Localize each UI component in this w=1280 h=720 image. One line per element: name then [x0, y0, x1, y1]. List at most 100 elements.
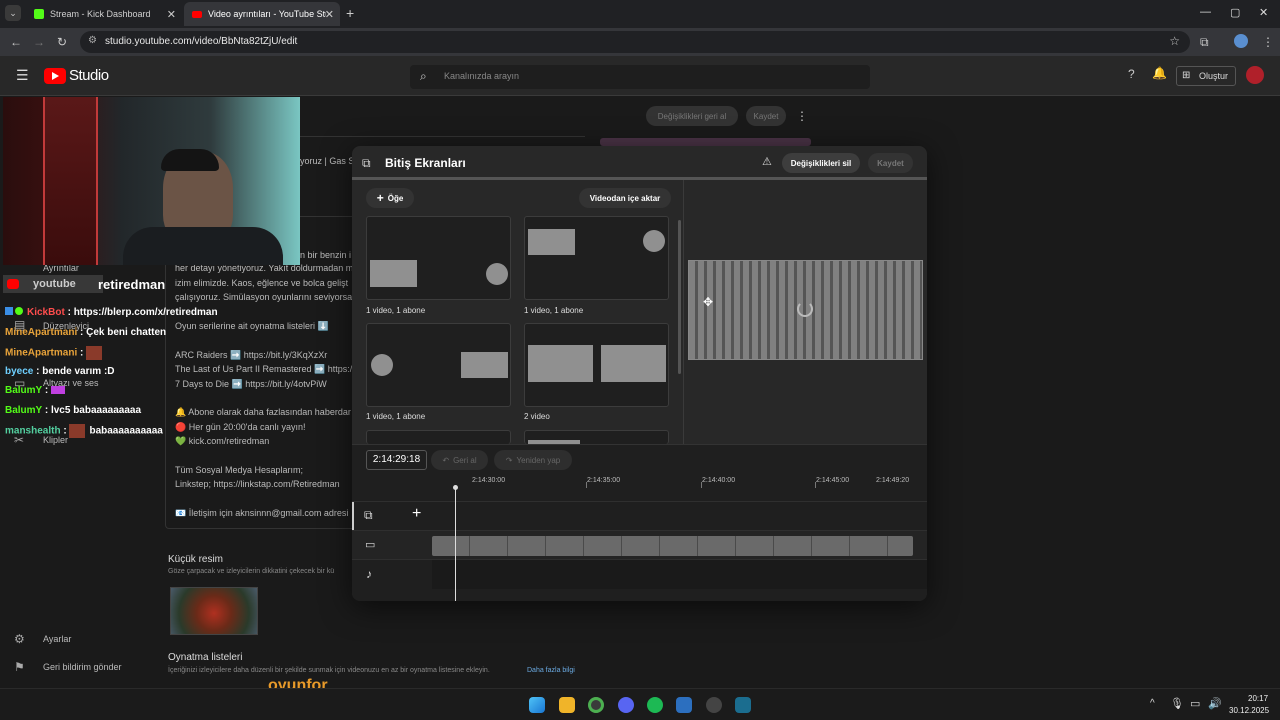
spotify-icon[interactable]	[647, 697, 663, 713]
chat-user: MineApartmani	[5, 347, 78, 359]
playlist-section-title: Oynatma listeleri	[168, 652, 243, 663]
tab-list-button[interactable]: ⌄	[5, 5, 21, 21]
video-placeholder	[601, 345, 666, 382]
chrome-icon[interactable]	[588, 697, 604, 713]
close-window-button[interactable]: ✕	[1259, 6, 1268, 19]
new-tab-button[interactable]: +	[346, 5, 354, 21]
template-card[interactable]	[366, 430, 511, 444]
timeline-tick: 2:14:49:20	[876, 477, 910, 484]
bookmark-star-icon[interactable]: ☆	[1169, 34, 1180, 48]
description-line: çalışıyoruz. Simülasyon oyunlarını seviy…	[175, 292, 353, 302]
undo-button[interactable]: ↶ Geri al	[431, 450, 488, 470]
music-note-icon: ♪	[366, 567, 372, 581]
file-explorer-icon[interactable]	[559, 697, 575, 713]
studio-logo-text: Studio	[69, 67, 109, 84]
cap-image	[161, 149, 219, 171]
chat-text: babaaaaaaaaaa	[89, 425, 163, 437]
thumbnail-image[interactable]	[170, 587, 258, 635]
app-icon[interactable]	[735, 697, 751, 713]
add-track-element-icon[interactable]: +	[412, 505, 421, 523]
delete-changes-label: Değişiklikleri sil	[790, 158, 852, 168]
youtube-icon	[192, 10, 202, 18]
clock-time[interactable]: 20:17	[1248, 694, 1268, 703]
timecode-display[interactable]: 2:14:29:18	[366, 450, 427, 470]
site-info-icon[interactable]: ⚙	[88, 35, 97, 46]
audio-lane[interactable]	[432, 560, 927, 589]
description-line: Oyun serilerine ait oynatma listeleri ⬇️	[175, 321, 329, 331]
show-hidden-icons-icon[interactable]: ^	[1150, 698, 1155, 709]
sidebar-item-feedback[interactable]: Geri bildirim gönder	[43, 662, 122, 672]
sidebar-item-settings[interactable]: Ayarlar	[43, 634, 71, 644]
playhead[interactable]	[455, 488, 456, 601]
create-button[interactable]: ⊞ Oluştur	[1176, 66, 1236, 86]
youtube-name-badge: youtube	[3, 275, 103, 293]
subscribe-placeholder	[371, 354, 393, 376]
profile-avatar[interactable]	[1234, 34, 1248, 48]
add-element-label: Öğe	[387, 193, 404, 203]
video-placeholder	[461, 352, 508, 378]
chat-text: lvc5 babaaaaaaaaa	[50, 405, 142, 416]
start-button-icon[interactable]	[529, 697, 545, 713]
playhead-handle[interactable]	[453, 485, 458, 490]
back-icon[interactable]: ←	[10, 35, 22, 49]
browser-toolbar: ← → ↻ ⚙ studio.youtube.com/video/BbNta82…	[0, 28, 1280, 56]
photos-icon[interactable]	[676, 697, 692, 713]
browser-menu-icon[interactable]: ⋮	[1262, 35, 1274, 49]
dialog-save-label: Kaydet	[877, 158, 904, 168]
hamburger-menu-icon[interactable]: ☰	[16, 67, 29, 84]
close-tab-icon[interactable]: ✕	[325, 8, 334, 21]
emote-image	[86, 346, 103, 360]
tab-title: Video ayrıntıları - YouTube Studio	[208, 9, 326, 19]
browser-tab-bar: ⌄ Stream - Kick Dashboard ✕ Video ayrınt…	[0, 0, 1280, 28]
delete-changes-button[interactable]: Değişiklikleri sil	[782, 153, 860, 173]
undo-changes-button[interactable]: Değişiklikleri geri al	[646, 106, 738, 126]
dialog-save-button[interactable]: Kaydet	[868, 153, 913, 173]
maximize-button[interactable]: ▢	[1230, 6, 1240, 19]
template-card[interactable]	[366, 323, 511, 407]
address-bar[interactable]: ⚙ studio.youtube.com/video/BbNta82tZjU/e…	[80, 31, 1190, 53]
clock-date[interactable]: 30.12.2025	[1229, 706, 1269, 715]
description-line: ARC Raiders ➡️ https://bit.ly/3KqXzXr	[175, 350, 328, 360]
obs-icon[interactable]	[706, 697, 722, 713]
more-options-icon[interactable]: ⋮	[796, 109, 808, 123]
minimize-button[interactable]: —	[1200, 6, 1211, 18]
description-line: 🔔 Abone olarak daha fazlasından haberdar	[175, 407, 351, 417]
scrollbar[interactable]	[678, 220, 681, 374]
search-placeholder: Kanalınızda arayın	[444, 71, 520, 81]
help-icon[interactable]: ?	[1128, 67, 1135, 81]
notifications-bell-icon[interactable]: 🔔	[1152, 66, 1167, 80]
close-tab-icon[interactable]: ✕	[167, 8, 176, 21]
audio-track: ♪	[352, 559, 927, 589]
dialog-header: ⧉ Bitiş Ekranları ⚠ Değişiklikleri sil K…	[352, 146, 927, 180]
video-filmstrip[interactable]	[432, 536, 913, 556]
feedback-icon[interactable]: ⚠	[762, 155, 772, 168]
template-card[interactable]	[524, 430, 669, 445]
studio-header: ☰ Studio ⌕ Kanalınızda arayın ? 🔔 ⊞ Oluş…	[0, 56, 1280, 96]
forward-icon[interactable]: →	[33, 35, 45, 49]
undo-changes-label: Değişiklikleri geri al	[657, 111, 727, 121]
save-button[interactable]: Kaydet	[746, 106, 786, 126]
network-icon[interactable]: ▭	[1190, 697, 1200, 710]
template-card[interactable]	[524, 216, 669, 300]
channel-search-input[interactable]: ⌕ Kanalınızda arayın	[410, 65, 870, 89]
tab-youtube-studio[interactable]: Video ayrıntıları - YouTube Studio ✕	[184, 2, 340, 26]
description-line: Tüm Sosyal Medya Hesaplarım;	[175, 465, 304, 475]
template-card[interactable]	[524, 323, 669, 407]
redo-button[interactable]: ↷ Yeniden yap	[494, 450, 572, 470]
reload-icon[interactable]: ↻	[57, 35, 67, 49]
template-card[interactable]	[366, 216, 511, 300]
tab-title: Stream - Kick Dashboard	[50, 9, 151, 19]
microphone-icon[interactable]: 🎙	[1170, 697, 1184, 710]
template-label: 1 video, 1 abone	[524, 306, 584, 315]
add-element-button[interactable]: + Öğe	[366, 188, 414, 208]
import-from-video-button[interactable]: Videodan içe aktar	[579, 188, 671, 208]
timeline-tick: 2:14:35:00	[587, 477, 621, 484]
channel-avatar[interactable]	[1246, 66, 1264, 84]
extensions-icon[interactable]: ⧉	[1200, 35, 1209, 50]
video-preview[interactable]: ✥	[688, 260, 923, 360]
learn-more-link[interactable]: Daha fazla bilgi	[527, 667, 575, 674]
discord-icon[interactable]	[618, 697, 634, 713]
volume-icon[interactable]: 🔊	[1208, 697, 1222, 710]
tab-kick-dashboard[interactable]: Stream - Kick Dashboard ✕	[26, 2, 182, 26]
youtube-logo-icon[interactable]	[44, 68, 66, 84]
